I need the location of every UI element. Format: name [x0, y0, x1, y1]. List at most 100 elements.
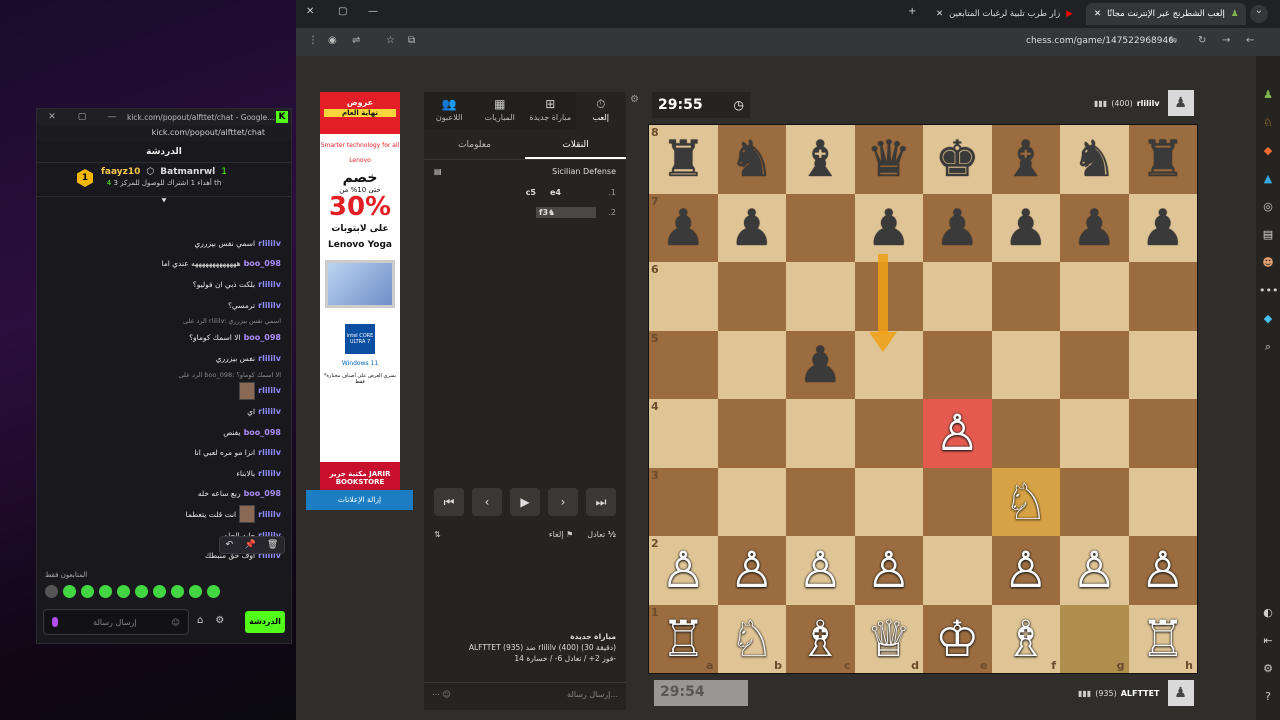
tab-players[interactable]: 👥 اللاعبون — [424, 92, 475, 130]
board-square[interactable] — [923, 536, 992, 605]
gear-icon[interactable]: ⚙ — [215, 615, 224, 626]
reload-icon[interactable]: ↻ — [1198, 35, 1206, 46]
social-icon[interactable]: ☻ — [1259, 254, 1277, 272]
board-square[interactable]: 3 — [649, 467, 718, 536]
tab-games[interactable]: ▦ المباريات — [475, 92, 526, 130]
search-icon[interactable]: ⌕ — [1259, 338, 1277, 356]
board-square[interactable]: e ♔ — [923, 604, 992, 673]
black-piece[interactable]: ♟ — [729, 203, 774, 253]
board-square[interactable]: b ♘ — [717, 604, 786, 673]
emote-icon[interactable] — [63, 585, 76, 598]
board-square[interactable]: ♟ — [854, 193, 923, 262]
message-username[interactable]: rlililv — [258, 280, 281, 289]
white-piece[interactable]: ♔ — [935, 614, 980, 664]
first-move-button[interactable]: ⏮ — [434, 488, 464, 516]
mic-icon[interactable] — [52, 617, 58, 627]
board-square[interactable] — [923, 467, 992, 536]
black-piece[interactable]: ♟ — [1072, 203, 1117, 253]
tab-moves[interactable]: النقلات — [525, 130, 626, 159]
board-square[interactable]: ♚ — [923, 125, 992, 194]
board-square[interactable]: ♛ — [854, 125, 923, 194]
board-square[interactable]: ♙ — [786, 536, 855, 605]
white-piece[interactable]: ♗ — [1003, 614, 1048, 664]
board-square[interactable]: 5 — [649, 330, 718, 399]
menu-icon[interactable]: ⋮ — [308, 35, 318, 46]
message-username[interactable]: rlililv — [258, 448, 281, 457]
board-square[interactable] — [786, 399, 855, 468]
close-icon[interactable]: ✕ — [936, 9, 943, 19]
play-button[interactable]: ▶ — [510, 488, 540, 516]
board-square[interactable] — [1060, 330, 1129, 399]
message-username[interactable]: boo_098 — [244, 428, 281, 437]
board-square[interactable]: g — [1060, 604, 1129, 673]
store-icon[interactable]: ⌂ — [197, 615, 203, 626]
new-tab-button[interactable]: + — [908, 6, 916, 17]
emote-icon[interactable] — [117, 585, 130, 598]
black-piece[interactable]: ♛ — [866, 134, 911, 184]
board-square[interactable]: ♙ — [923, 399, 992, 468]
white-piece[interactable]: ♖ — [661, 614, 706, 664]
remove-ads-button[interactable]: إزالة الإعلانات — [306, 490, 413, 510]
board-square[interactable]: ♟ — [1060, 193, 1129, 262]
top-player[interactable]: ▮▮▮ (400) rlililv ♟ — [1094, 90, 1194, 116]
black-piece[interactable]: ♝ — [798, 134, 843, 184]
pieces-icon[interactable]: ◆ — [1259, 142, 1277, 160]
message-username[interactable]: rlililv — [258, 510, 281, 519]
bookmark-star-icon[interactable]: ☆ — [386, 35, 395, 46]
message-username[interactable]: boo_098 — [244, 489, 281, 498]
white-piece[interactable]: ♘ — [729, 614, 774, 664]
white-piece[interactable]: ♙ — [661, 545, 706, 595]
tab-active[interactable]: ✕ إلعب الشطرنج عبر الإنترنت مجانًا ♟ — [1086, 3, 1247, 25]
board-square[interactable]: ♜ — [1128, 125, 1197, 194]
board-square[interactable]: ♝ — [786, 125, 855, 194]
black-piece[interactable]: ♚ — [935, 134, 980, 184]
emote-icon[interactable] — [135, 585, 148, 598]
theme-icon[interactable]: ◐ — [1259, 604, 1277, 622]
board-square[interactable] — [923, 330, 992, 399]
minimize-icon[interactable]: — — [97, 112, 127, 122]
emote-icon[interactable] — [171, 585, 184, 598]
forward-icon[interactable]: → — [1222, 35, 1230, 46]
board-square[interactable] — [1128, 330, 1197, 399]
draw-button[interactable]: تعادل ½ — [587, 530, 616, 539]
help-icon[interactable]: ? — [1259, 688, 1277, 706]
white-piece[interactable]: ♙ — [1003, 545, 1048, 595]
last-move-button[interactable]: ⏭ — [586, 488, 616, 516]
message-username[interactable]: rlililv — [258, 301, 281, 310]
bottom-player[interactable]: ▮▮▮ (935) ALFTTET ♟ — [1078, 680, 1194, 706]
maximize-icon[interactable]: ▢ — [67, 112, 97, 122]
close-icon[interactable]: ✕ — [37, 112, 67, 122]
minimize-icon[interactable]: — — [368, 6, 378, 17]
black-piece[interactable]: ♟ — [1003, 203, 1048, 253]
white-move[interactable]: ♞f3 — [536, 206, 596, 218]
close-icon[interactable]: ✕ — [306, 6, 314, 17]
prev-move-button[interactable]: ‹ — [472, 488, 502, 516]
diamond-icon[interactable]: ◆ — [1259, 310, 1277, 328]
chess-pawn-icon[interactable]: ♟ — [1259, 86, 1277, 104]
black-piece[interactable]: ♞ — [729, 134, 774, 184]
black-piece[interactable]: ♜ — [661, 134, 706, 184]
board-square[interactable] — [1060, 399, 1129, 468]
flip-board-icon[interactable]: ⇅ — [434, 530, 441, 539]
watch-icon[interactable]: ◎ — [1259, 198, 1277, 216]
chevron-down-icon[interactable]: ⯆ — [37, 197, 291, 209]
message-username[interactable]: rlililv — [258, 354, 281, 363]
board-square[interactable]: ♙ — [717, 536, 786, 605]
white-piece[interactable]: ♙ — [729, 545, 774, 595]
url-field[interactable]: chess.com/game/147522968946 — [1026, 36, 1174, 46]
board-square[interactable] — [1060, 467, 1129, 536]
white-piece[interactable]: ♙ — [935, 408, 980, 458]
white-piece[interactable]: ♙ — [798, 545, 843, 595]
black-move[interactable]: c5 — [466, 188, 536, 197]
board-square[interactable]: h ♖ — [1128, 604, 1197, 673]
white-piece[interactable]: ♙ — [866, 545, 911, 595]
tab-info[interactable]: معلومات — [424, 130, 525, 159]
board-square[interactable] — [1060, 262, 1129, 331]
board-square[interactable] — [991, 399, 1060, 468]
chess-board[interactable]: 8 ♜ ♞ ♝ ♛ ♚ ♝ ♞ ♜ 7 ♟ ♟ ♟ ♟ ♟ ♟ ♟ 6 5 ♟ 4 ♙ 3 ♘ 2 ♙ ♙ ♙ ♙ ♙ ♙ ♙ 1 a ♖ b ♘ c ♗ d… — [648, 124, 1198, 674]
board-square[interactable] — [991, 330, 1060, 399]
maximize-icon[interactable]: ▢ — [338, 6, 347, 17]
board-square[interactable] — [717, 262, 786, 331]
white-piece[interactable]: ♙ — [1072, 545, 1117, 595]
board-square[interactable] — [923, 262, 992, 331]
